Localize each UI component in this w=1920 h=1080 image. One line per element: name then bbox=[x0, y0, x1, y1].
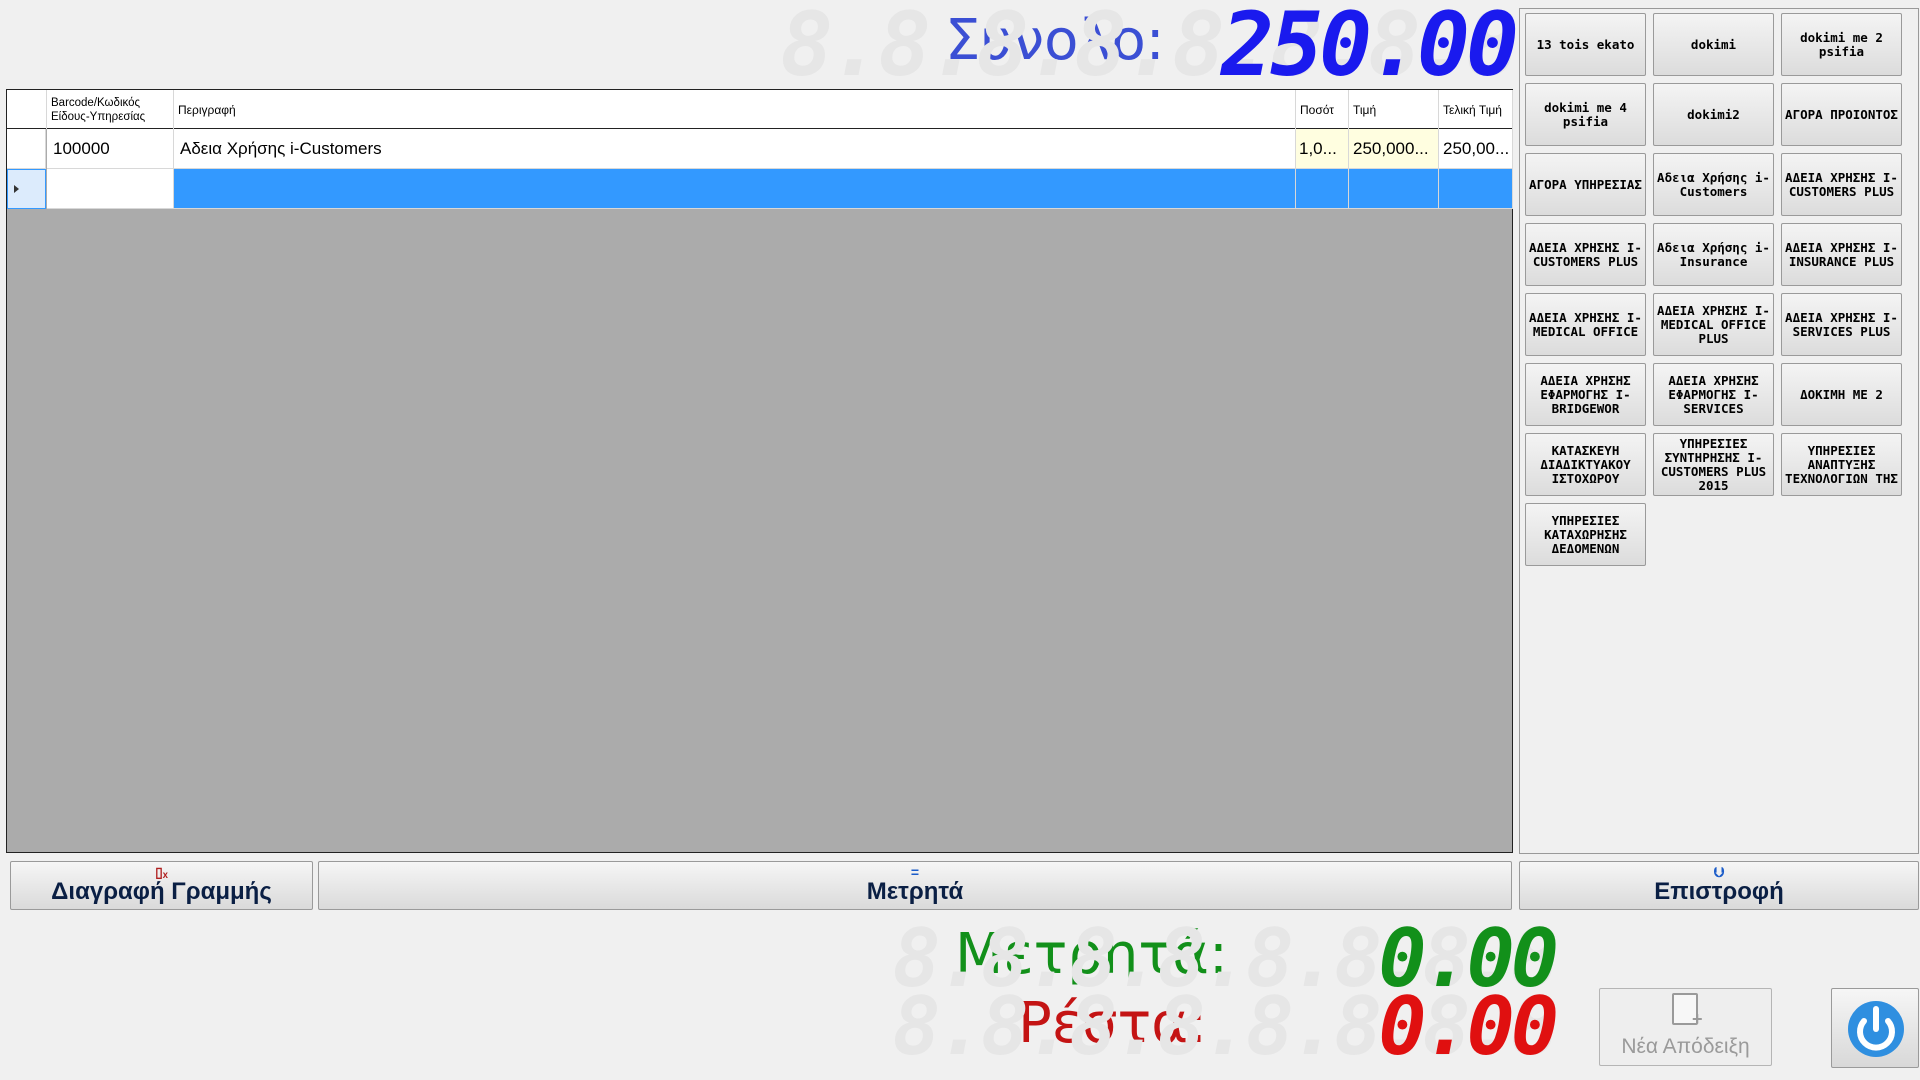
product-button[interactable]: ΑΔΕΙΑ ΧΡΗΣΗΣ I-SERVICES PLUS bbox=[1781, 293, 1902, 356]
cash-button-label: Μετρητά bbox=[866, 878, 964, 905]
product-button[interactable]: ΑΔΕΙΑ ΧΡΗΣΗΣ ΕΦΑΡΜΟΓΗΣ I-SERVICES bbox=[1653, 363, 1774, 426]
change-display: 8.8.8.8.8.8.8.8 0.00 bbox=[893, 986, 1559, 1068]
product-button[interactable]: dokimi me 4 psifia bbox=[1525, 83, 1646, 146]
column-header-price[interactable]: Τιμή bbox=[1349, 90, 1439, 129]
product-button[interactable]: 13 tois ekato bbox=[1525, 13, 1646, 76]
return-button[interactable]: ⮋ Επιστροφή bbox=[1519, 861, 1919, 910]
cell-quantity[interactable]: 1,0... bbox=[1296, 129, 1349, 169]
pos-window: Σύνολο: 8.8.8.8.8.8.8.8 250.00 Barcode/Κ… bbox=[0, 0, 1920, 1080]
plus-icon: + bbox=[1692, 1009, 1703, 1029]
column-header-description[interactable]: Περιγραφή bbox=[174, 90, 1296, 129]
product-button[interactable]: ΑΔΕΙΑ ΧΡΗΣΗΣ I-INSURANCE PLUS bbox=[1781, 223, 1902, 286]
product-button[interactable]: ΥΠΗΡΕΣΙΕΣ ΣΥΝΤΗΡΗΣΗΣ I-CUSTOMERS PLUS 20… bbox=[1653, 433, 1774, 496]
cell-description[interactable]: Αδεια Χρήσης i-Customers bbox=[174, 129, 1296, 169]
change-value: 0.00 bbox=[1378, 980, 1559, 1073]
column-header-quantity[interactable]: Ποσότ bbox=[1296, 90, 1349, 129]
column-header-final-price[interactable]: Τελική Τιμή bbox=[1439, 90, 1513, 129]
cell-quantity-new[interactable] bbox=[1296, 169, 1349, 209]
row-header-current[interactable] bbox=[7, 169, 46, 209]
table-row-new[interactable] bbox=[7, 169, 1513, 209]
product-button[interactable]: ΥΠΗΡΕΣΙΕΣ ΑΝΑΠΤΥΞΗΣ ΤΕΧΝΟΛΟΓΙΩΝ ΤΗΣ bbox=[1781, 433, 1902, 496]
grid-header: Barcode/Κωδικός Είδους-Υπηρεσίας Περιγρα… bbox=[7, 90, 1513, 129]
cash-button[interactable]: = Μετρητά bbox=[318, 861, 1512, 910]
product-button[interactable]: ΑΔΕΙΑ ΧΡΗΣΗΣ I-CUSTOMERS PLUS bbox=[1525, 223, 1646, 286]
column-header-code[interactable]: Barcode/Κωδικός Είδους-Υπηρεσίας bbox=[47, 90, 174, 129]
delete-line-label: Διαγραφή Γραμμής bbox=[51, 878, 272, 905]
row-header[interactable] bbox=[7, 129, 46, 169]
product-button[interactable]: dokimi2 bbox=[1653, 83, 1774, 146]
cell-price-new[interactable] bbox=[1349, 169, 1439, 209]
new-receipt-button[interactable]: + Νέα Απόδειξη bbox=[1599, 988, 1772, 1066]
power-button[interactable] bbox=[1831, 988, 1919, 1068]
return-button-label: Επιστροφή bbox=[1654, 878, 1784, 905]
cell-price[interactable]: 250,000... bbox=[1349, 129, 1439, 169]
cell-final-price-new[interactable] bbox=[1439, 169, 1513, 209]
row-header-corner bbox=[7, 90, 47, 129]
table-row[interactable]: 100000 Αδεια Χρήσης i-Customers 1,0... 2… bbox=[7, 129, 1513, 169]
product-button[interactable]: ΑΔΕΙΑ ΧΡΗΣΗΣ I-MEDICAL OFFICE PLUS bbox=[1653, 293, 1774, 356]
product-button[interactable]: ΑΓΟΡΑ ΠΡΟΙΟΝΤΟΣ bbox=[1781, 83, 1902, 146]
product-button[interactable]: ΑΓΟΡΑ ΥΠΗΡΕΣΙΑΣ bbox=[1525, 153, 1646, 216]
product-panel: 13 tois ekato dokimi dokimi me 2 psifia … bbox=[1519, 8, 1919, 854]
product-button[interactable]: dokimi me 2 psifia bbox=[1781, 13, 1902, 76]
cell-code-new[interactable] bbox=[47, 169, 174, 209]
new-receipt-label: Νέα Απόδειξη bbox=[1621, 1035, 1750, 1058]
product-button[interactable]: ΑΔΕΙΑ ΧΡΗΣΗΣ I-CUSTOMERS PLUS bbox=[1781, 153, 1902, 216]
cell-description-new[interactable] bbox=[174, 169, 1296, 209]
product-button[interactable]: ΑΔΕΙΑ ΧΡΗΣΗΣ ΕΦΑΡΜΟΓΗΣ I-BRIDGEWOR bbox=[1525, 363, 1646, 426]
product-button[interactable]: Αδεια Χρήσης i-Customers bbox=[1653, 153, 1774, 216]
power-icon bbox=[1848, 1001, 1904, 1057]
product-button[interactable]: ΚΑΤΑΣΚΕΥΗ ΔΙΑΔΙΚΤΥΑΚΟΥ ΙΣΤΟΧΩΡΟΥ bbox=[1525, 433, 1646, 496]
product-button[interactable]: ΥΠΗΡΕΣΙΕΣ ΚΑΤΑΧΩΡΗΣΗΣ ΔΕΔΟΜΕΝΩΝ bbox=[1525, 503, 1646, 566]
items-grid[interactable]: Barcode/Κωδικός Είδους-Υπηρεσίας Περιγρα… bbox=[6, 89, 1513, 853]
total-display: 8.8.8.8.8.8.8.8 250.00 bbox=[780, 0, 1519, 90]
cell-code[interactable]: 100000 bbox=[47, 129, 174, 169]
product-button[interactable]: ΔΟΚΙΜΗ ΜΕ 2 bbox=[1781, 363, 1902, 426]
product-button[interactable]: Αδεια Χρήσης i-Insurance bbox=[1653, 223, 1774, 286]
product-button[interactable]: ΑΔΕΙΑ ΧΡΗΣΗΣ I-MEDICAL OFFICE bbox=[1525, 293, 1646, 356]
cell-final-price[interactable]: 250,00... bbox=[1439, 129, 1513, 169]
product-button[interactable]: dokimi bbox=[1653, 13, 1774, 76]
delete-line-button[interactable]: ▯ₓ Διαγραφή Γραμμής bbox=[10, 861, 313, 910]
total-value: 250.00 bbox=[1221, 0, 1519, 96]
current-row-arrow-icon bbox=[14, 185, 19, 193]
